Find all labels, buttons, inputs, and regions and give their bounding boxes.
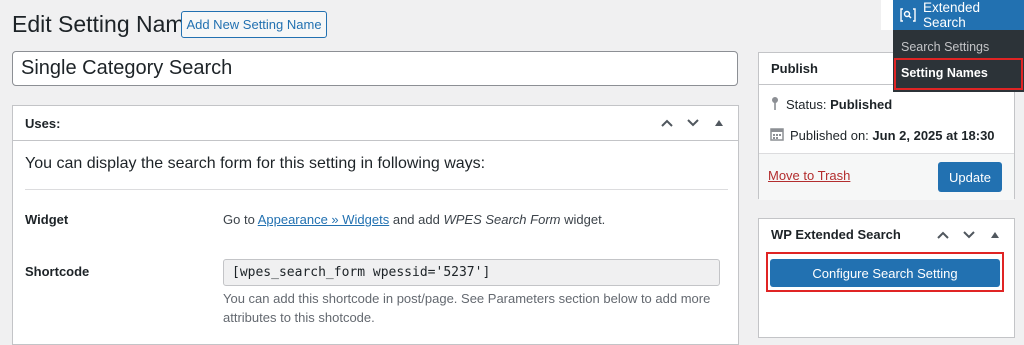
status-row: Status: Published xyxy=(770,96,892,113)
pin-icon xyxy=(770,96,780,113)
move-to-trash-link[interactable]: Move to Trash xyxy=(768,168,850,183)
setting-name-title-input[interactable] xyxy=(12,51,738,86)
published-label: Published on: xyxy=(790,128,873,143)
submenu-search-settings[interactable]: Search Settings xyxy=(901,40,989,54)
chevron-up-icon[interactable] xyxy=(936,228,950,242)
widget-text-after: widget. xyxy=(560,212,606,227)
shortcode-help: You can add this shortcode in post/page.… xyxy=(223,289,710,327)
update-button[interactable]: Update xyxy=(938,162,1002,192)
shortcode-field[interactable]: [wpes_search_form wpessid='5237'] xyxy=(223,259,720,286)
widget-label: Widget xyxy=(25,212,69,227)
status-value: Published xyxy=(830,97,893,112)
page-title: Edit Setting Name xyxy=(12,11,198,37)
uses-metabox: Uses: You can display the search form fo… xyxy=(12,105,739,345)
wp-extended-search-metabox: WP Extended Search Configure Search Sett… xyxy=(758,218,1015,338)
appearance-widgets-link[interactable]: Appearance » Widgets xyxy=(258,212,390,227)
divider xyxy=(25,189,728,190)
wpes-heading: WP Extended Search xyxy=(771,227,901,242)
publish-heading: Publish xyxy=(771,61,818,76)
widget-text-middle: and add xyxy=(389,212,444,227)
add-new-setting-name-button[interactable]: Add New Setting Name xyxy=(181,11,327,38)
triangle-up-icon[interactable] xyxy=(712,116,726,130)
admin-submenu: Extended Search Search Settings Setting … xyxy=(881,0,1024,92)
shortcode-label: Shortcode xyxy=(25,264,90,279)
status-label: Status: xyxy=(786,97,831,112)
wpes-metabox-header: WP Extended Search xyxy=(759,219,1014,250)
widget-text-before: Go to xyxy=(223,212,258,227)
published-on-row: Published on: Jun 2, 2025 at 18:30 xyxy=(770,127,995,144)
shortcode-help-line1: You can add this shortcode in post/page.… xyxy=(223,291,711,306)
chevron-down-icon[interactable] xyxy=(686,116,700,130)
shortcode-help-line2: attributes to this shotcode. xyxy=(223,310,375,325)
search-icon xyxy=(900,8,916,22)
calendar-icon xyxy=(770,127,784,144)
submenu-setting-names[interactable]: Setting Names xyxy=(901,66,988,80)
uses-metabox-header: Uses: xyxy=(13,106,738,141)
triangle-up-icon[interactable] xyxy=(988,228,1002,242)
uses-heading: Uses: xyxy=(25,115,61,131)
extended-search-menu-label: Extended Search xyxy=(923,0,981,30)
uses-intro-text: You can display the search form for this… xyxy=(25,155,486,172)
extended-search-menu-item[interactable]: Extended Search xyxy=(893,0,1024,30)
chevron-down-icon[interactable] xyxy=(962,228,976,242)
configure-search-setting-button[interactable]: Configure Search Setting xyxy=(770,259,1000,287)
menu-edge xyxy=(881,0,893,30)
widget-name: WPES Search Form xyxy=(443,212,561,227)
chevron-up-icon[interactable] xyxy=(660,116,674,130)
published-value: Jun 2, 2025 at 18:30 xyxy=(872,128,995,143)
widget-instructions: Go to Appearance » Widgets and add WPES … xyxy=(223,212,605,227)
